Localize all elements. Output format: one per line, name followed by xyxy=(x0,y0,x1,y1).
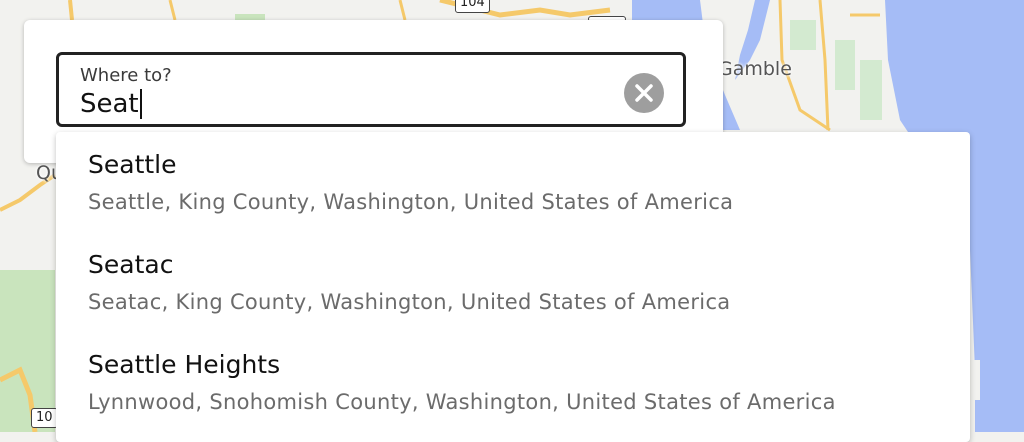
text-caret xyxy=(139,89,142,119)
suggestion-detail: Seatac, King County, Washington, United … xyxy=(88,290,731,314)
suggestion-item[interactable]: Seattle Seattle, King County, Washington… xyxy=(56,132,970,232)
road xyxy=(398,0,407,21)
search-input-label: Where to? xyxy=(80,65,172,86)
suggestion-item[interactable]: Seattle Heights Lynnwood, Snohomish Coun… xyxy=(56,332,970,432)
road xyxy=(168,0,177,21)
road xyxy=(818,0,830,131)
park-area xyxy=(860,60,882,120)
suggestion-item[interactable]: Seatac Seatac, King County, Washington, … xyxy=(56,232,970,332)
map-label-gamble: Gamble xyxy=(718,58,792,80)
park-area xyxy=(835,40,855,90)
route-shield-top: 104 xyxy=(455,0,490,13)
road xyxy=(68,0,74,21)
park-area xyxy=(790,20,816,50)
clear-search-button[interactable] xyxy=(624,73,664,113)
search-input[interactable]: Where to? Seat xyxy=(56,52,686,127)
suggestion-name: Seattle xyxy=(88,150,177,179)
search-input-value[interactable]: Seat xyxy=(80,89,142,119)
search-query-text: Seat xyxy=(80,89,139,119)
suggestion-name: Seattle Heights xyxy=(88,350,281,379)
route-shield-bottom: 10 xyxy=(31,408,58,428)
suggestion-name: Seatac xyxy=(88,250,174,279)
close-icon xyxy=(635,84,653,102)
suggestions-dropdown: Seattle Seattle, King County, Washington… xyxy=(56,132,970,442)
suggestion-detail: Seattle, King County, Washington, United… xyxy=(88,190,734,214)
land-strip xyxy=(972,360,980,400)
suggestion-detail: Lynnwood, Snohomish County, Washington, … xyxy=(88,390,836,414)
